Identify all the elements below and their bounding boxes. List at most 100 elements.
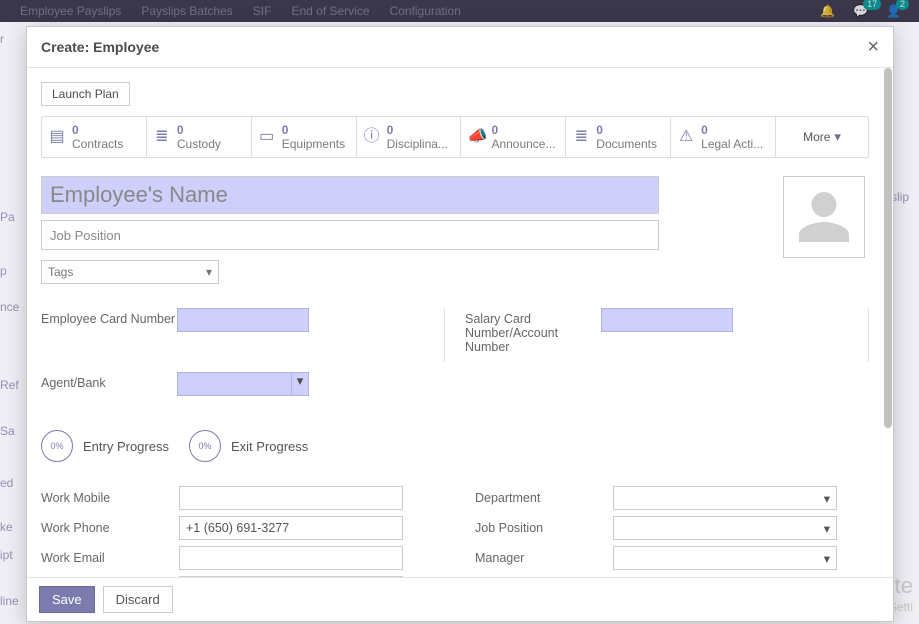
department-select[interactable]: ▾ xyxy=(613,486,837,510)
entry-progress-circle[interactable]: 0% xyxy=(41,430,73,462)
tablet-icon: ▭ xyxy=(258,129,276,145)
bg-text: Pa xyxy=(0,210,20,224)
bg-menu-item: Payslips Batches xyxy=(141,4,232,18)
tags-select[interactable]: Tags ▾ xyxy=(41,260,219,284)
entry-progress-value: 0% xyxy=(50,441,63,451)
employee-card-input[interactable] xyxy=(177,308,309,332)
chevron-down-icon: ▾ xyxy=(824,521,830,536)
field-label: Manager xyxy=(475,551,613,565)
agent-bank-label: Agent/Bank xyxy=(41,372,177,390)
bg-text: nce xyxy=(0,300,20,314)
bg-menu-item: SIF xyxy=(253,4,272,18)
field-label: Work Mobile xyxy=(41,491,179,505)
chevron-down-icon: ▾ xyxy=(834,129,841,145)
job-position-select[interactable]: ▾ xyxy=(613,516,837,540)
chevron-down-icon: ▾ xyxy=(824,551,830,566)
divider xyxy=(444,308,445,362)
stat-count: 0 xyxy=(596,123,657,137)
stat-buttons: ▤0Contracts≣0Custody▭0Equipmentsⓘ0Discip… xyxy=(41,116,869,158)
stat-label: Legal Acti... xyxy=(701,137,763,151)
field-row: Work Mobile xyxy=(41,486,435,510)
field-row: Manager ▾ xyxy=(475,546,869,570)
exit-progress-circle[interactable]: 0% xyxy=(189,430,221,462)
exit-progress-label: Exit Progress xyxy=(231,439,308,454)
entry-progress-label: Entry Progress xyxy=(83,439,169,454)
stat-button-announce[interactable]: 📣 0Announce... xyxy=(461,117,566,157)
bg-text: line xyxy=(0,594,20,608)
warn-icon: ⚠ xyxy=(677,129,695,145)
salary-card-label: Salary Card Number/Account Number xyxy=(465,308,601,354)
stat-more-button[interactable]: More ▾ xyxy=(776,117,868,157)
stat-button-equipments[interactable]: ▭0Equipments xyxy=(252,117,357,157)
bg-menubar: Employee Payslips Payslips Batches SIF E… xyxy=(0,0,919,22)
bg-text: ipt xyxy=(0,548,20,562)
bg-menu-item: Employee Payslips xyxy=(20,4,121,18)
divider xyxy=(868,308,869,362)
stat-count: 0 xyxy=(701,123,763,137)
modal-footer: Save Discard xyxy=(27,577,893,621)
stat-button-legalacti[interactable]: ⚠ 0Legal Acti... xyxy=(671,117,776,157)
field-label: Work Phone xyxy=(41,521,179,535)
book-icon: ▤ xyxy=(48,129,66,145)
more-label: More xyxy=(803,130,830,144)
horn-icon: 📣 xyxy=(467,129,485,145)
field-row: Work Phone xyxy=(41,516,435,540)
user-icon: 👤2 xyxy=(886,4,901,18)
scrollbar-thumb[interactable] xyxy=(884,68,892,428)
field-label: Work Email xyxy=(41,551,179,565)
modal-body: Launch Plan ▤0Contracts≣0Custody▭0Equipm… xyxy=(27,68,883,577)
bg-text: p xyxy=(0,264,20,278)
stat-count: 0 xyxy=(282,123,345,137)
employee-name-input[interactable] xyxy=(41,176,659,214)
bg-text: Ref xyxy=(0,378,20,392)
field-label: Department xyxy=(475,491,613,505)
salary-card-input[interactable] xyxy=(601,308,733,332)
field-row: Work Email xyxy=(41,546,435,570)
work-mobile-input[interactable] xyxy=(179,486,403,510)
avatar-placeholder-icon xyxy=(794,187,854,247)
stat-button-custody[interactable]: ≣ 0Custody xyxy=(147,117,252,157)
info-icon: ⓘ xyxy=(363,129,381,145)
modal-title: Create: Employee xyxy=(41,39,159,55)
user-badge: 2 xyxy=(896,0,909,10)
chat-icon: 💬17 xyxy=(853,4,868,18)
stat-button-disciplina[interactable]: ⓘ0Disciplina... xyxy=(357,117,462,157)
manager-select[interactable]: ▾ xyxy=(613,546,837,570)
stat-label: Announce... xyxy=(491,137,555,151)
launch-plan-button[interactable]: Launch Plan xyxy=(41,82,130,106)
stat-button-documents[interactable]: ≣0Documents xyxy=(566,117,671,157)
stat-count: 0 xyxy=(72,123,123,137)
close-icon[interactable]: × xyxy=(867,37,879,57)
stat-count: 0 xyxy=(177,123,221,137)
chat-badge: 17 xyxy=(863,0,881,10)
tags-placeholder: Tags xyxy=(48,265,73,279)
bg-text: Sa xyxy=(0,424,20,438)
work-location-input[interactable] xyxy=(179,576,403,577)
bell-icon: 🔔 xyxy=(820,4,835,18)
field-row: Work Location xyxy=(41,576,435,577)
scrollbar[interactable] xyxy=(883,68,893,577)
stat-label: Contracts xyxy=(72,137,123,151)
work-email-input[interactable] xyxy=(179,546,403,570)
agent-bank-select[interactable]: ▾ xyxy=(177,372,309,396)
work-phone-input[interactable] xyxy=(179,516,403,540)
stat-label: Documents xyxy=(596,137,657,151)
field-row: Department▾ xyxy=(475,486,869,510)
bg-text: r xyxy=(0,32,20,46)
create-employee-modal: Create: Employee × Launch Plan ▤0Contrac… xyxy=(26,26,894,622)
bg-menu-item: End of Service xyxy=(291,4,369,18)
save-button[interactable]: Save xyxy=(39,586,95,613)
bg-menu-item: Configuration xyxy=(390,4,461,18)
list-icon: ≣ xyxy=(153,129,171,145)
discard-button[interactable]: Discard xyxy=(103,586,173,613)
stat-button-contracts[interactable]: ▤ 0Contracts xyxy=(42,117,147,157)
employee-card-label: Employee Card Number xyxy=(41,308,177,326)
stat-label: Custody xyxy=(177,137,221,151)
bg-text: ke xyxy=(0,520,20,534)
stat-count: 0 xyxy=(387,123,448,137)
job-position-input[interactable] xyxy=(41,220,659,250)
avatar[interactable] xyxy=(783,176,865,258)
stat-count: 0 xyxy=(491,123,555,137)
modal-header: Create: Employee × xyxy=(27,27,893,68)
field-label: Job Position xyxy=(475,521,613,535)
